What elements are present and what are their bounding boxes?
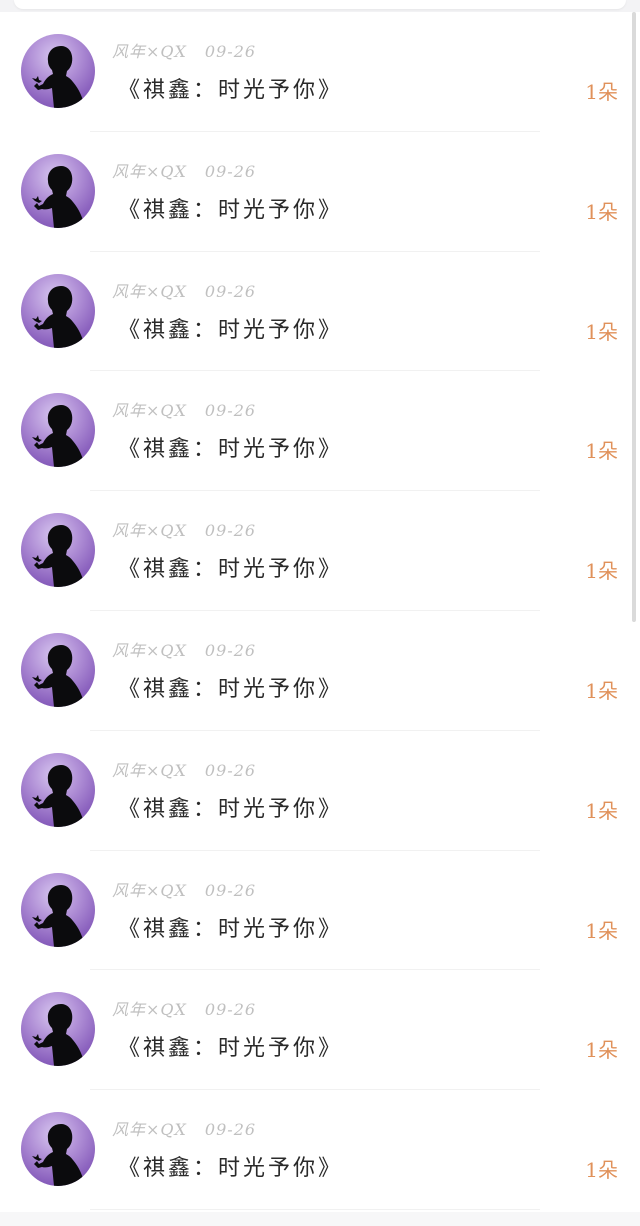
item-title[interactable]: 《祺鑫：时光予你》 [118,791,343,823]
silhouette-avatar-icon [32,644,85,707]
author-name[interactable]: 风年×QX [112,761,187,780]
flower-count: 1朵 [585,80,618,104]
list-item[interactable]: 风年×QX 09-26 《祺鑫：时光予你》 1朵 [0,491,640,611]
divider [90,1208,540,1210]
scrollbar[interactable] [632,12,636,622]
item-title[interactable]: 《祺鑫：时光予你》 [118,431,343,463]
item-title[interactable]: 《祺鑫：时光予你》 [118,911,343,943]
gift-record-list: 风年×QX 09-26 《祺鑫：时光予你》 1朵 风年×QX 09-26 《祺鑫：时… [0,12,640,1210]
flower-count: 1朵 [585,678,618,703]
list-item[interactable]: 风年×QX 09-26 《祺鑫：时光予你》 1朵 [0,970,640,1091]
post-date: 09-26 [204,880,257,900]
author-name[interactable]: 风年×QX [112,282,187,301]
post-meta: 风年×QX 09-26 [112,38,256,62]
item-title[interactable]: 《祺鑫：时光予你》 [118,312,343,344]
list-item[interactable]: 风年×QX 09-26 《祺鑫：时光予你》 1朵 [0,132,640,252]
author-name[interactable]: 风年×QX [112,42,187,61]
post-date: 09-26 [204,42,257,61]
post-meta: 风年×QX 09-26 [112,757,256,781]
flower-count: 1朵 [585,319,618,344]
author-name[interactable]: 风年×QX [112,162,187,181]
post-meta: 风年×QX 09-26 [112,996,256,1020]
post-date: 09-26 [204,521,257,541]
avatar[interactable] [21,393,95,468]
avatar[interactable] [21,872,95,947]
list-item[interactable]: 风年×QX 09-26 《祺鑫：时光予你》 1朵 [0,371,640,492]
silhouette-avatar-icon [32,764,85,827]
avatar[interactable] [21,752,95,827]
previous-card-edge [0,0,640,12]
avatar[interactable] [21,153,95,228]
post-meta: 风年×QX 09-26 [112,877,256,901]
silhouette-avatar-icon [32,1124,85,1187]
flower-count: 1朵 [585,199,618,224]
card-edge [14,0,626,9]
author-name[interactable]: 风年×QX [112,1000,187,1019]
post-date: 09-26 [204,401,257,421]
silhouette-avatar-icon [32,1004,85,1067]
silhouette-avatar-icon [32,405,85,468]
silhouette-avatar-icon [32,884,85,947]
author-name[interactable]: 风年×QX [112,881,187,900]
silhouette-avatar-icon [32,285,85,348]
list-item[interactable]: 风年×QX 09-26 《祺鑫：时光予你》 1朵 [0,12,640,132]
flower-count: 1朵 [585,1038,618,1063]
list-item[interactable]: 风年×QX 09-26 《祺鑫：时光予你》 1朵 [0,1090,640,1210]
avatar[interactable] [21,34,95,108]
avatar[interactable] [21,273,95,348]
post-date: 09-26 [204,281,257,301]
post-meta: 风年×QX 09-26 [112,278,256,302]
author-name[interactable]: 风年×QX [112,401,187,420]
silhouette-avatar-icon [32,46,85,108]
avatar[interactable] [21,1112,95,1187]
avatar[interactable] [21,632,95,707]
flower-count: 1朵 [585,1158,618,1183]
post-date: 09-26 [204,640,257,660]
post-meta: 风年×QX 09-26 [112,397,256,421]
avatar[interactable] [21,992,95,1067]
item-title[interactable]: 《祺鑫：时光予你》 [118,1030,343,1062]
avatar[interactable] [21,513,95,588]
flower-count: 1朵 [585,559,618,584]
post-meta: 风年×QX 09-26 [112,158,256,182]
post-meta: 风年×QX 09-26 [112,517,256,541]
post-date: 09-26 [204,1000,257,1020]
post-date: 09-26 [204,1120,257,1140]
author-name[interactable]: 风年×QX [112,521,187,540]
item-title[interactable]: 《祺鑫：时光予你》 [118,671,343,703]
list-item[interactable]: 风年×QX 09-26 《祺鑫：时光予你》 1朵 [0,252,640,372]
list-bottom-edge [0,1212,640,1226]
item-title[interactable]: 《祺鑫：时光予你》 [118,192,343,224]
post-date: 09-26 [204,161,257,181]
post-meta: 风年×QX 09-26 [112,1116,256,1140]
flower-count: 1朵 [585,439,618,464]
list-item[interactable]: 风年×QX 09-26 《祺鑫：时光予你》 1朵 [0,731,640,851]
flower-count: 1朵 [585,798,618,823]
silhouette-avatar-icon [32,525,85,588]
silhouette-avatar-icon [32,165,85,228]
author-name[interactable]: 风年×QX [112,641,187,660]
item-title[interactable]: 《祺鑫：时光予你》 [118,1150,343,1182]
flower-count: 1朵 [585,918,618,943]
list-item[interactable]: 风年×QX 09-26 《祺鑫：时光予你》 1朵 [0,611,640,731]
post-meta: 风年×QX 09-26 [112,637,256,661]
item-title[interactable]: 《祺鑫：时光予你》 [118,72,343,104]
list-item[interactable]: 风年×QX 09-26 《祺鑫：时光予你》 1朵 [0,851,640,971]
post-date: 09-26 [204,760,257,780]
item-title[interactable]: 《祺鑫：时光予你》 [118,551,343,583]
author-name[interactable]: 风年×QX [112,1120,187,1139]
